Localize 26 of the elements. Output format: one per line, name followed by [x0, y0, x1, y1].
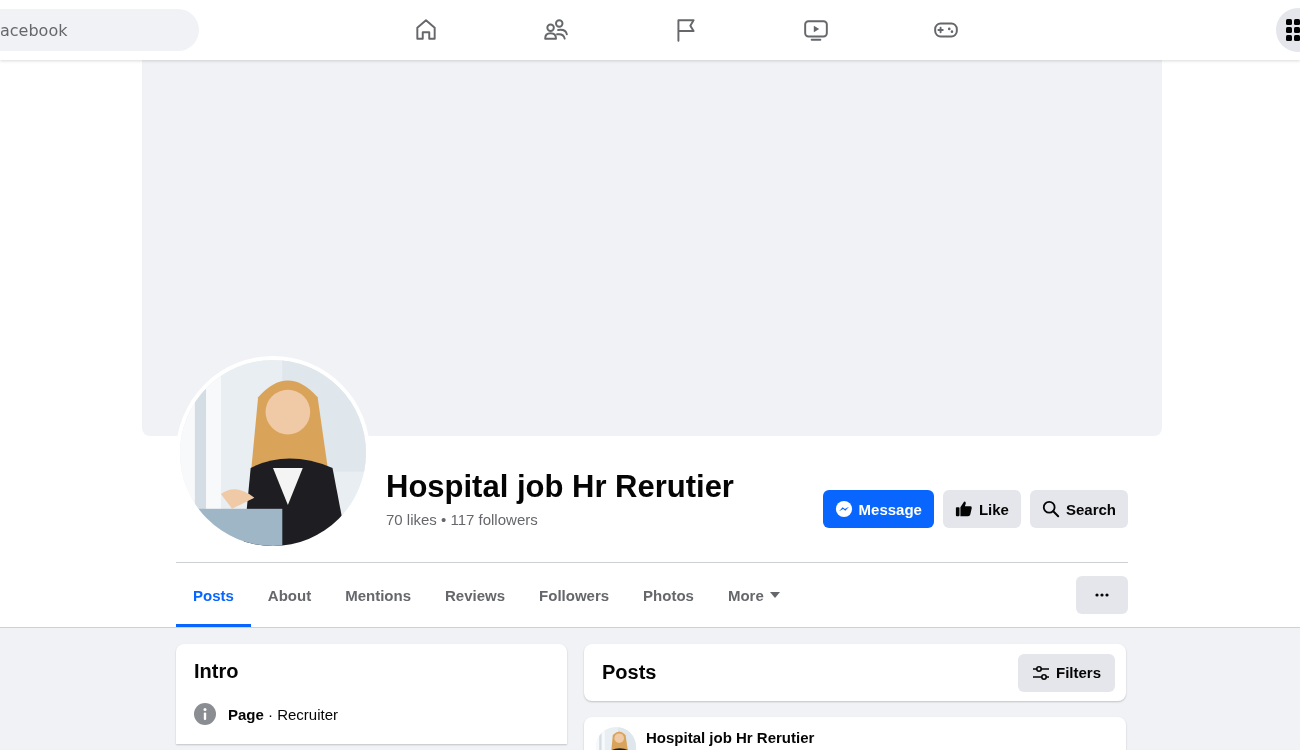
profile-tab[interactable]: More [710, 563, 797, 627]
profile-tab[interactable]: About [250, 563, 329, 627]
more-icon [1095, 593, 1109, 597]
search-button[interactable]: Search [1029, 490, 1128, 528]
info-icon [194, 703, 216, 725]
filters-button[interactable]: Filters [1018, 653, 1115, 692]
profile-tab[interactable]: Mentions [328, 563, 429, 627]
intro-text: Page · Recruiter [228, 705, 339, 723]
posts-heading: Posts [602, 661, 657, 684]
profile-tab[interactable]: Followers [522, 563, 627, 627]
thumbs-up-icon [954, 500, 973, 518]
messenger-button[interactable]: Message [822, 490, 934, 528]
like-button[interactable]: Like [942, 490, 1021, 528]
search-field[interactable]: acebook [0, 9, 199, 51]
profile-tab[interactable]: Reviews [428, 563, 523, 627]
profile-tab[interactable]: Photos [626, 563, 711, 627]
intro-heading: Intro [194, 660, 240, 683]
post-author[interactable]: Hospital job Hr Rerutier [646, 729, 815, 746]
home-icon [413, 17, 439, 43]
messenger-icon [834, 500, 853, 518]
page-stats: 70 likes • 117 followers [386, 511, 539, 528]
sliders-icon [1032, 664, 1050, 681]
search-icon [1041, 500, 1060, 518]
video-icon [803, 17, 829, 43]
people-icon [543, 17, 569, 43]
page-name: Hospital job Hr Rerutier [386, 469, 734, 505]
